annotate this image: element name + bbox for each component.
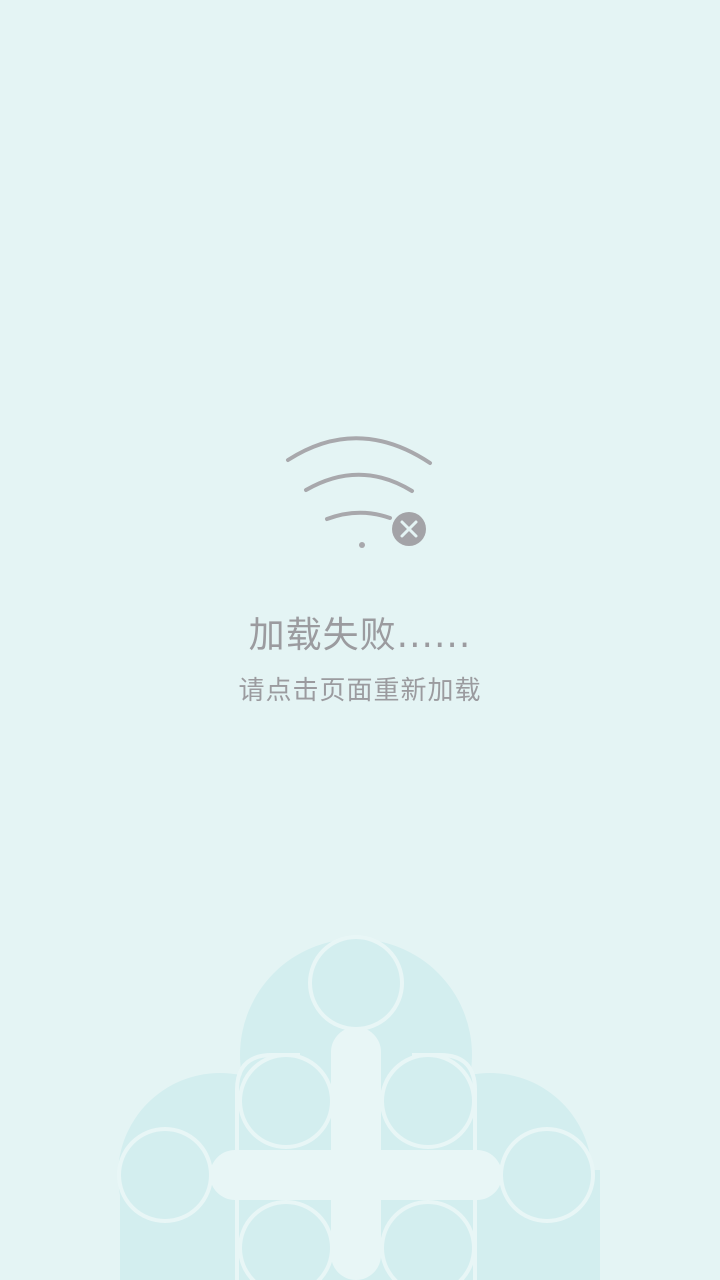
reload-hint-text: 请点击页面重新加载	[238, 676, 482, 706]
load-failed-title: 加载失败......	[248, 615, 472, 656]
reload-page-area[interactable]: 加载失败...... 请点击页面重新加载	[0, 0, 720, 1280]
close-icon	[392, 512, 426, 546]
wifi-disconnected-icon	[280, 425, 440, 555]
logo-watermark	[110, 930, 610, 1280]
